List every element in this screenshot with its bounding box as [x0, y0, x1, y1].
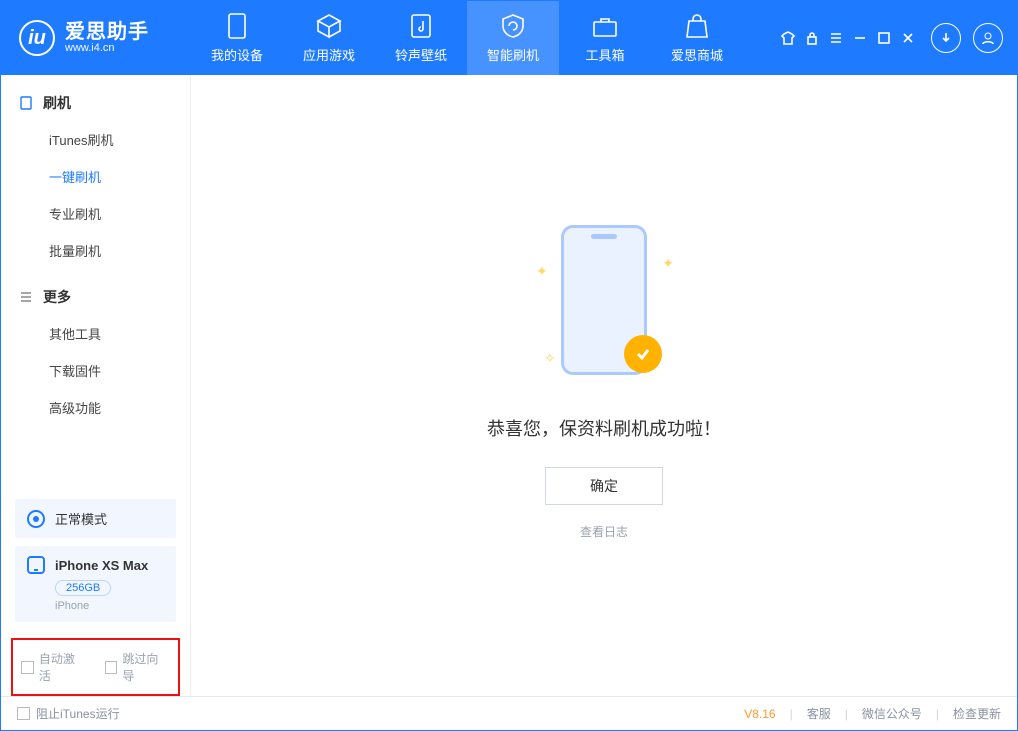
sidebar-item-download-firmware[interactable]: 下载固件 [1, 352, 190, 389]
app-subtitle: www.i4.cn [65, 43, 149, 55]
sidebar-item-pro-flash[interactable]: 专业刷机 [1, 195, 190, 232]
nav-apps[interactable]: 应用游戏 [283, 1, 375, 75]
app-title: 爱思助手 [65, 22, 149, 43]
wechat-link[interactable]: 微信公众号 [862, 705, 922, 722]
window-extra-controls [781, 31, 915, 45]
toolbox-icon [592, 13, 618, 39]
checkbox-label: 自动激活 [39, 650, 87, 684]
device-name: iPhone XS Max [55, 558, 148, 573]
phone-icon [224, 13, 250, 39]
status-label: 正常模式 [55, 509, 107, 528]
success-message: 恭喜您，保资料刷机成功啦！ [487, 415, 721, 441]
logo-icon: iu [19, 20, 55, 56]
close-button[interactable] [901, 31, 915, 45]
nav-my-device[interactable]: 我的设备 [191, 1, 283, 75]
sparkle-icon: ✦ [662, 255, 674, 272]
sidebar-item-batch-flash[interactable]: 批量刷机 [1, 232, 190, 269]
highlighted-options: 自动激活 跳过向导 [11, 638, 180, 696]
nav-label: 爱思商城 [671, 45, 723, 64]
checkbox-skip-guide[interactable]: 跳过向导 [105, 650, 171, 684]
main-content: ✦ ✦ ✧ 恭喜您，保资料刷机成功啦！ 确定 查看日志 [191, 75, 1017, 696]
status-dot-icon [27, 510, 45, 528]
device-icon [19, 96, 33, 110]
status-bar: 阻止iTunes运行 V8.16 | 客服 | 微信公众号 | 检查更新 [1, 696, 1017, 730]
ok-button[interactable]: 确定 [545, 467, 663, 505]
maximize-button[interactable] [877, 31, 891, 45]
sidebar: 刷机 iTunes刷机 一键刷机 专业刷机 批量刷机 更多 其他工具 下载固件 … [1, 75, 191, 696]
nav-label: 铃声壁纸 [395, 45, 447, 64]
shield-refresh-icon [500, 13, 526, 39]
titlebar-right [781, 23, 1017, 53]
check-update-link[interactable]: 检查更新 [953, 705, 1001, 722]
checkbox-label: 跳过向导 [122, 650, 170, 684]
checkbox-block-itunes[interactable]: 阻止iTunes运行 [17, 705, 120, 722]
checkbox-auto-activate[interactable]: 自动激活 [21, 650, 87, 684]
device-type: iPhone [55, 600, 164, 612]
nav-label: 应用游戏 [303, 45, 355, 64]
shirt-icon[interactable] [781, 31, 795, 45]
sidebar-section-title: 刷机 [43, 93, 71, 113]
nav-label: 智能刷机 [487, 45, 539, 64]
menu-icon[interactable] [829, 31, 843, 45]
checkmark-badge-icon [624, 335, 662, 373]
nav-ringtones[interactable]: 铃声壁纸 [375, 1, 467, 75]
sidebar-item-other-tools[interactable]: 其他工具 [1, 315, 190, 352]
iphone-icon [27, 556, 45, 574]
sidebar-section-more: 更多 [1, 269, 190, 315]
nav-smart-flash[interactable]: 智能刷机 [467, 1, 559, 75]
main-body: 刷机 iTunes刷机 一键刷机 专业刷机 批量刷机 更多 其他工具 下载固件 … [1, 75, 1017, 696]
logo-area: iu 爱思助手 www.i4.cn [1, 20, 191, 56]
user-button[interactable] [973, 23, 1003, 53]
version-label: V8.16 [744, 707, 775, 721]
storage-badge: 256GB [55, 580, 111, 596]
nav-store[interactable]: 爱思商城 [651, 1, 743, 75]
support-link[interactable]: 客服 [807, 705, 831, 722]
app-window: iu 爱思助手 www.i4.cn 我的设备 应用游戏 铃声壁纸 智能刷机 [0, 0, 1018, 731]
sidebar-section-title: 更多 [43, 287, 71, 307]
sidebar-section-flash: 刷机 [1, 75, 190, 121]
nav-label: 我的设备 [211, 45, 263, 64]
sidebar-item-oneclick-flash[interactable]: 一键刷机 [1, 158, 190, 195]
shopping-bag-icon [684, 13, 710, 39]
music-file-icon [408, 13, 434, 39]
title-bar: iu 爱思助手 www.i4.cn 我的设备 应用游戏 铃声壁纸 智能刷机 [1, 1, 1017, 75]
lock-icon[interactable] [805, 31, 819, 45]
cube-icon [316, 13, 342, 39]
checkbox-label: 阻止iTunes运行 [36, 705, 120, 722]
sidebar-item-itunes-flash[interactable]: iTunes刷机 [1, 121, 190, 158]
device-info[interactable]: iPhone XS Max 256GB iPhone [15, 546, 176, 622]
logo-text: 爱思助手 www.i4.cn [65, 22, 149, 55]
list-icon [19, 290, 33, 304]
sparkle-icon: ✧ [544, 350, 556, 367]
minimize-button[interactable] [853, 31, 867, 45]
view-log-link[interactable]: 查看日志 [580, 523, 628, 540]
sidebar-item-advanced[interactable]: 高级功能 [1, 389, 190, 426]
nav-label: 工具箱 [585, 45, 624, 64]
footer-right: V8.16 | 客服 | 微信公众号 | 检查更新 [744, 705, 1001, 722]
nav-toolbox[interactable]: 工具箱 [559, 1, 651, 75]
main-nav: 我的设备 应用游戏 铃声壁纸 智能刷机 工具箱 爱思商城 [191, 1, 743, 75]
success-illustration: ✦ ✦ ✧ [534, 225, 674, 395]
sparkle-icon: ✦ [536, 263, 548, 280]
device-mode-status[interactable]: 正常模式 [15, 499, 176, 538]
download-button[interactable] [931, 23, 961, 53]
